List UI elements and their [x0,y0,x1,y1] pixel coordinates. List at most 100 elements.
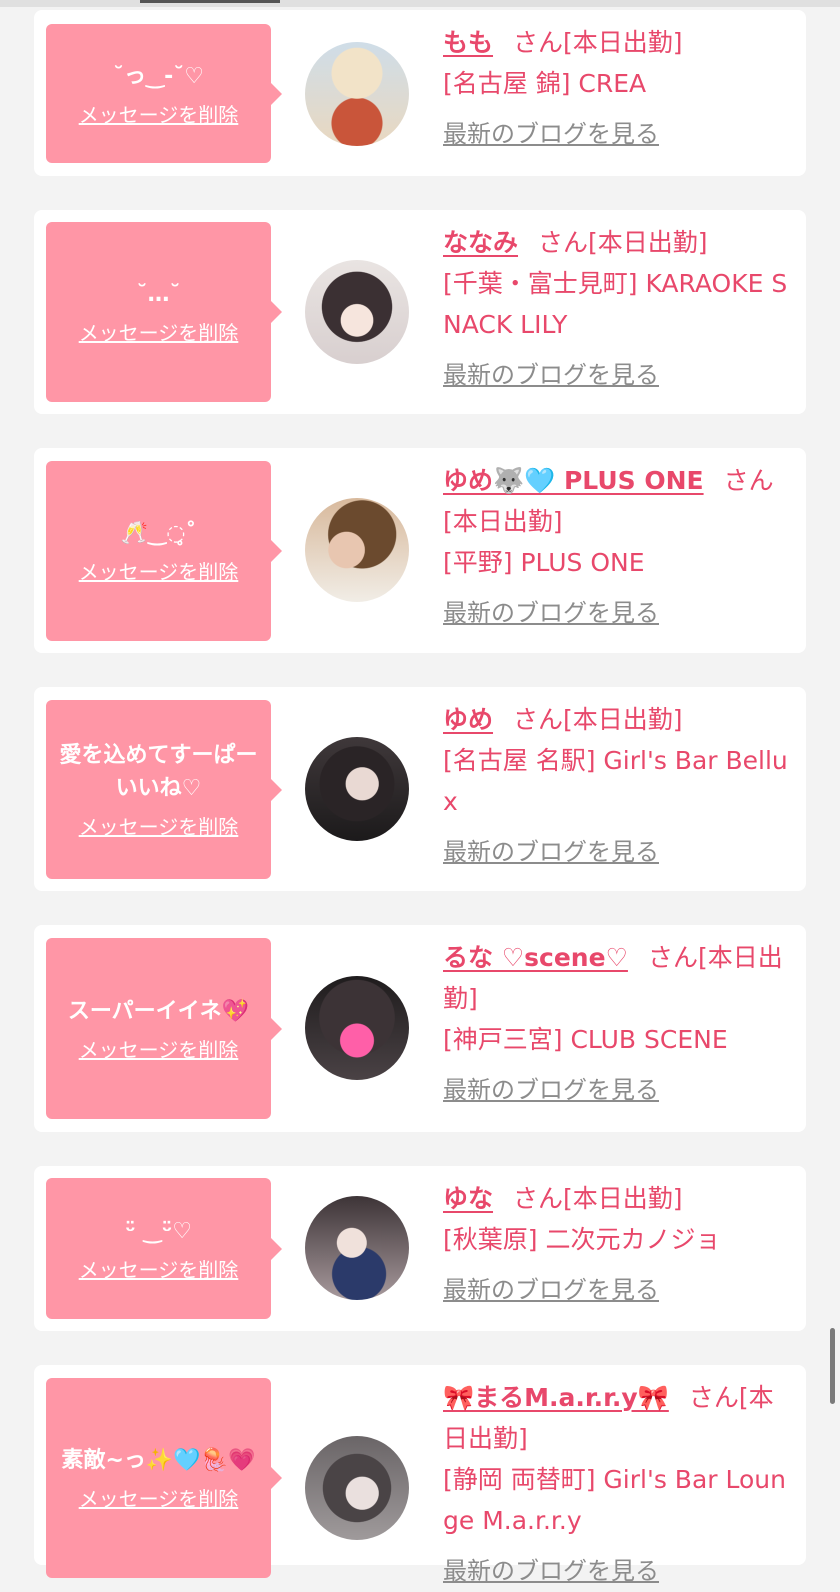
honorific: さん [538,228,589,257]
name-line: ゆめ🐺🩵 PLUS ONE さん [本日出勤] [443,460,794,542]
work-status: [本日出勤] [563,1184,683,1213]
work-status: [本日出勤] [588,228,708,257]
honorific: さん [723,466,774,495]
cast-name-link[interactable]: ゆめ [443,705,493,734]
message-text: ˘っ‿‐˘♡ [112,63,205,89]
delete-message-button[interactable]: メッセージを削除 [79,556,239,585]
shop-name: CLUB SCENE [570,1025,728,1054]
cast-name-link[interactable]: ななみ [443,228,518,257]
message-card: 愛を込めてすーぱーいいね♡ メッセージを削除 ゆめ さん[本日出勤] [名古屋 名駅] … [34,687,806,891]
blog-line: 最新のブログを見る [443,1541,794,1592]
cast-info: ななみ さん[本日出勤] [千葉・富士見町] KARAOKE SNACK LILY 最… [443,222,794,396]
cast-name-link[interactable]: 🎀まるM.a.r.r.y🎀 [443,1383,669,1412]
delete-message-button[interactable]: メッセージを削除 [79,1254,239,1283]
name-line: ゆな さん[本日出勤] [443,1178,794,1219]
avatar[interactable] [305,498,409,602]
delete-message-button[interactable]: メッセージを削除 [79,1034,239,1063]
shop-area: [秋葉原] [443,1225,538,1254]
message-bubble: ᵕ̈ ‿ᵕ̈♡ メッセージを削除 [46,1178,282,1319]
blog-line: 最新のブログを見る [443,1260,794,1311]
shop-line: [千葉・富士見町] KARAOKE SNACK LILY [443,263,794,345]
avatar[interactable] [305,42,409,146]
delete-message-button[interactable]: メッセージを削除 [79,1483,239,1512]
avatar[interactable] [305,1196,409,1300]
latest-blog-link[interactable]: 最新のブログを見る [443,1551,659,1592]
latest-blog-link[interactable]: 最新のブログを見る [443,1270,659,1311]
name-line: もも さん[本日出勤] [443,22,794,63]
cast-info: もも さん[本日出勤] [名古屋 錦] CREA 最新のブログを見る [443,22,794,155]
cast-name-link[interactable]: ゆな [443,1184,493,1213]
cast-name-link[interactable]: ゆめ🐺🩵 PLUS ONE [443,466,704,495]
latest-blog-link[interactable]: 最新のブログを見る [443,832,659,873]
honorific: さん [513,1184,564,1213]
shop-line: [神戸三宮] CLUB SCENE [443,1019,794,1060]
delete-message-button[interactable]: メッセージを削除 [79,317,239,346]
work-status: [本日出勤] [563,705,683,734]
message-text: スーパーイイネ💖 [67,998,250,1024]
name-line: ななみ さん[本日出勤] [443,222,794,263]
message-bubble: 🥂‿◌̥˚ メッセージを削除 [46,461,282,641]
name-line: 🎀まるM.a.r.r.y🎀 さん[本日出勤] [443,1377,794,1459]
latest-blog-link[interactable]: 最新のブログを見る [443,1070,659,1111]
blog-line: 最新のブログを見る [443,822,794,873]
message-text: 🥂‿◌̥˚ [120,521,197,546]
cast-info: ゆな さん[本日出勤] [秋葉原] 二次元カノジョ 最新のブログを見る [443,1178,794,1311]
shop-line: [静岡 両替町] Girl's Bar Lounge M.a.r.r.y [443,1459,794,1541]
message-card: ᵕ̈ ‿ᵕ̈♡ メッセージを削除 ゆな さん[本日出勤] [秋葉原] 二次元カノジョ 最新… [34,1166,806,1331]
shop-name: 二次元カノジョ [545,1225,721,1254]
latest-blog-link[interactable]: 最新のブログを見る [443,593,659,634]
message-bubble: ˘…˘ メッセージを削除 [46,222,282,402]
honorific: さん [647,943,698,972]
cast-info: 🎀まるM.a.r.r.y🎀 さん[本日出勤] [静岡 両替町] Girl's Bar… [443,1377,794,1592]
avatar[interactable] [305,737,409,841]
top-tab-strip [0,0,840,7]
shop-area: [神戸三宮] [443,1025,563,1054]
message-card: ˘っ‿‐˘♡ メッセージを削除 もも さん[本日出勤] [名古屋 錦] CREA 最新のブ… [34,10,806,176]
shop-line: [名古屋 錦] CREA [443,63,794,104]
shop-area: [名古屋 名駅] [443,746,596,775]
shop-name: CREA [578,69,647,98]
delete-message-button[interactable]: メッセージを削除 [79,811,239,840]
delete-message-button[interactable]: メッセージを削除 [79,99,239,128]
message-card: スーパーイイネ💖 メッセージを削除 るな ♡scene♡ さん[本日出勤] [神戸三宮]… [34,925,806,1132]
work-status: [本日出勤] [563,28,683,57]
avatar[interactable] [305,260,409,364]
blog-line: 最新のブログを見る [443,583,794,634]
latest-blog-link[interactable]: 最新のブログを見る [443,114,659,155]
shop-area: [名古屋 錦] [443,69,571,98]
blog-line: 最新のブログを見る [443,1060,794,1111]
message-text: ᵕ̈ ‿ᵕ̈♡ [124,1218,193,1244]
shop-name: PLUS ONE [520,548,645,577]
message-text: 素敵~っ✨🩵🪼💗 [61,1448,256,1473]
honorific: さん [688,1383,739,1412]
message-card: 🥂‿◌̥˚ メッセージを削除 ゆめ🐺🩵 PLUS ONE さん [本日出勤] [平野] P… [34,448,806,653]
honorific: さん [513,705,564,734]
latest-blog-link[interactable]: 最新のブログを見る [443,355,659,396]
avatar[interactable] [305,976,409,1080]
cast-info: ゆめ🐺🩵 PLUS ONE さん [本日出勤] [平野] PLUS ONE 最新のブログ… [443,460,794,634]
shop-line: [名古屋 名駅] Girl's Bar Bellux [443,740,794,822]
honorific: さん [513,28,564,57]
avatar[interactable] [305,1436,409,1540]
shop-line: [平野] PLUS ONE [443,542,794,583]
cast-info: ゆめ さん[本日出勤] [名古屋 名駅] Girl's Bar Bellux 最新のブ… [443,699,794,873]
message-card: ˘…˘ メッセージを削除 ななみ さん[本日出勤] [千葉・富士見町] KARAOKE … [34,210,806,414]
shop-area: [静岡 両替町] [443,1465,596,1494]
shop-area: [平野] [443,548,513,577]
shop-line: [秋葉原] 二次元カノジョ [443,1219,794,1260]
message-bubble: ˘っ‿‐˘♡ メッセージを削除 [46,24,282,163]
message-card: 素敵~っ✨🩵🪼💗 メッセージを削除 🎀まるM.a.r.r.y🎀 さん[本日出勤] [静岡… [34,1365,806,1585]
message-text: 愛を込めてすーぱーいいね♡ [59,743,258,801]
scrollbar[interactable] [830,1328,835,1404]
shop-area: [千葉・富士見町] [443,269,638,298]
cast-name-link[interactable]: もも [443,28,493,57]
active-tab-indicator [140,0,280,3]
name-line: ゆめ さん[本日出勤] [443,699,794,740]
blog-line: 最新のブログを見る [443,104,794,155]
message-text: ˘…˘ [136,282,181,307]
message-bubble: 愛を込めてすーぱーいいね♡ メッセージを削除 [46,700,282,879]
message-bubble: スーパーイイネ💖 メッセージを削除 [46,938,282,1119]
work-status: [本日出勤] [443,507,563,536]
cast-name-link[interactable]: るな ♡scene♡ [443,943,628,972]
blog-line: 最新のブログを見る [443,345,794,396]
